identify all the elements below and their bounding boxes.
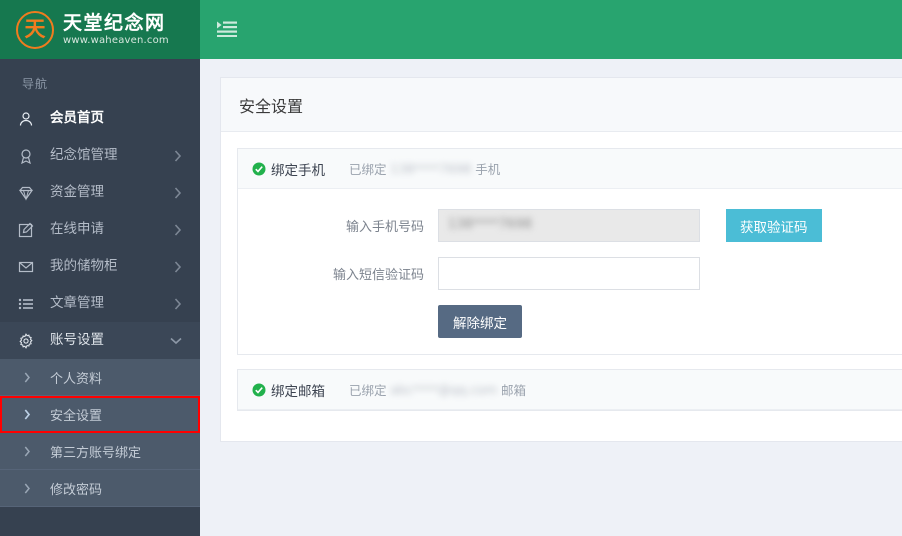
sms-code-label: 输入短信验证码: [332, 268, 424, 283]
sms-code-input[interactable]: [438, 257, 700, 290]
bind-email-panel: 绑定邮箱 已绑定 abc****@qq.com 邮箱: [237, 369, 902, 411]
sidebar-subitem-change-password[interactable]: 修改密码: [0, 470, 200, 507]
sidebar: 导航 会员首页 纪念馆管理 资金管理 在线申请 我的储物柜 文章管理 账号设置 …: [0, 59, 200, 536]
chevron-right-icon: [24, 483, 40, 494]
gear-icon: [18, 332, 40, 349]
bind-email-status-prefix: 已绑定: [349, 383, 387, 398]
list-icon: [18, 296, 40, 312]
diamond-icon: [18, 185, 40, 201]
bind-phone-form: 输入手机号码 138****7698 获取验证码 输入短信验证码 解除绑定: [238, 189, 902, 354]
sidebar-item-label: 会员首页: [50, 109, 104, 126]
medal-icon: [18, 148, 40, 164]
phone-number-masked-value: 138****7698: [448, 217, 532, 232]
check-circle-icon: [252, 383, 266, 397]
main-content: 安全设置 绑定手机 已绑定 138****7698 手机 输入手机号码 138*…: [200, 59, 902, 536]
sidebar-item-label: 资金管理: [50, 183, 104, 200]
sidebar-item-memorial-hall[interactable]: 纪念馆管理: [0, 137, 200, 174]
bind-phone-panel: 绑定手机 已绑定 138****7698 手机 输入手机号码 138****76…: [237, 148, 902, 355]
sidebar-item-label: 在线申请: [50, 220, 104, 237]
unbind-row: 解除绑定: [238, 305, 902, 338]
sidebar-item-articles[interactable]: 文章管理: [0, 285, 200, 322]
bind-email-title: 绑定邮箱: [271, 383, 325, 400]
sidebar-subitem-security-settings[interactable]: 安全设置: [0, 396, 200, 433]
bind-phone-status-prefix: 已绑定: [349, 162, 387, 177]
sidebar-subitem-label: 修改密码: [50, 482, 103, 498]
bind-email-panel-header: 绑定邮箱 已绑定 abc****@qq.com 邮箱: [238, 370, 902, 410]
top-header-bar: 天 天堂纪念网 www.waheaven.com: [0, 0, 902, 59]
sidebar-subitem-label: 第三方账号绑定: [50, 445, 142, 461]
sidebar-item-label: 账号设置: [50, 331, 104, 348]
bind-email-status: 已绑定 abc****@qq.com 邮箱: [349, 380, 526, 399]
chevron-right-icon: [24, 446, 40, 457]
sidebar-item-label: 我的储物柜: [50, 257, 118, 274]
chevron-right-icon: [174, 186, 182, 199]
edit-square-icon: [18, 222, 40, 238]
bind-email-status-suffix: 邮箱: [501, 383, 527, 398]
sidebar-subitem-third-party-binding[interactable]: 第三方账号绑定: [0, 433, 200, 470]
phone-number-label: 输入手机号码: [345, 220, 424, 235]
chevron-right-icon: [174, 297, 182, 310]
sidebar-item-funds[interactable]: 资金管理: [0, 174, 200, 211]
bind-phone-status: 已绑定 138****7698 手机: [349, 159, 500, 178]
bind-phone-title: 绑定手机: [271, 162, 325, 179]
chevron-right-icon: [174, 223, 182, 236]
brand-url: www.waheaven.com: [63, 35, 169, 46]
security-settings-card: 安全设置 绑定手机 已绑定 138****7698 手机 输入手机号码 138*…: [220, 77, 902, 442]
bind-email-masked-address: abc****@qq.com: [390, 382, 498, 397]
get-verification-code-button[interactable]: 获取验证码: [726, 209, 822, 242]
user-icon: [18, 111, 40, 127]
app-root: 天 天堂纪念网 www.waheaven.com 导航 会员首页 纪念馆管理 资…: [0, 0, 902, 536]
card-body: 绑定手机 已绑定 138****7698 手机 输入手机号码 138****76…: [221, 132, 902, 441]
chevron-right-icon: [24, 372, 40, 383]
sidebar-subitem-label: 安全设置: [50, 408, 103, 424]
sidebar-item-member-home[interactable]: 会员首页: [0, 100, 200, 137]
sidebar-item-account-settings[interactable]: 账号设置: [0, 322, 200, 359]
sidebar-subitem-label: 个人资料: [50, 371, 103, 387]
brand-title: 天堂纪念网: [63, 12, 166, 34]
logo-glyph: 天: [24, 17, 46, 41]
phone-number-row: 输入手机号码 138****7698 获取验证码: [238, 209, 902, 242]
chevron-right-icon: [24, 408, 40, 420]
sidebar-item-label: 纪念馆管理: [50, 146, 118, 163]
brand-logo[interactable]: 天 天堂纪念网 www.waheaven.com: [0, 0, 200, 59]
bind-phone-panel-header: 绑定手机 已绑定 138****7698 手机: [238, 149, 902, 189]
chevron-right-icon: [174, 260, 182, 273]
sidebar-item-my-locker[interactable]: 我的储物柜: [0, 248, 200, 285]
bind-phone-masked-number: 138****7698: [390, 161, 472, 176]
chevron-right-icon: [174, 149, 182, 162]
page-title: 安全设置: [221, 78, 902, 132]
sidebar-subitem-profile[interactable]: 个人资料: [0, 359, 200, 396]
sidebar-item-label: 文章管理: [50, 294, 104, 311]
chevron-down-icon: [170, 337, 182, 345]
check-circle-icon: [252, 162, 266, 176]
sidebar-submenu-account-settings: 个人资料 安全设置 第三方账号绑定 修改密码: [0, 359, 200, 507]
bind-phone-status-suffix: 手机: [475, 162, 501, 177]
list-indent-icon[interactable]: [214, 18, 240, 40]
phone-number-field-wrap: 138****7698: [438, 209, 700, 242]
unbind-phone-button[interactable]: 解除绑定: [438, 305, 522, 338]
sms-code-row: 输入短信验证码: [238, 257, 902, 290]
inbox-icon: [18, 259, 40, 275]
sidebar-heading: 导航: [22, 77, 49, 91]
logo-circle-icon: 天: [16, 10, 54, 49]
brand-text: 天堂纪念网 www.waheaven.com: [63, 12, 169, 47]
sidebar-item-online-application[interactable]: 在线申请: [0, 211, 200, 248]
